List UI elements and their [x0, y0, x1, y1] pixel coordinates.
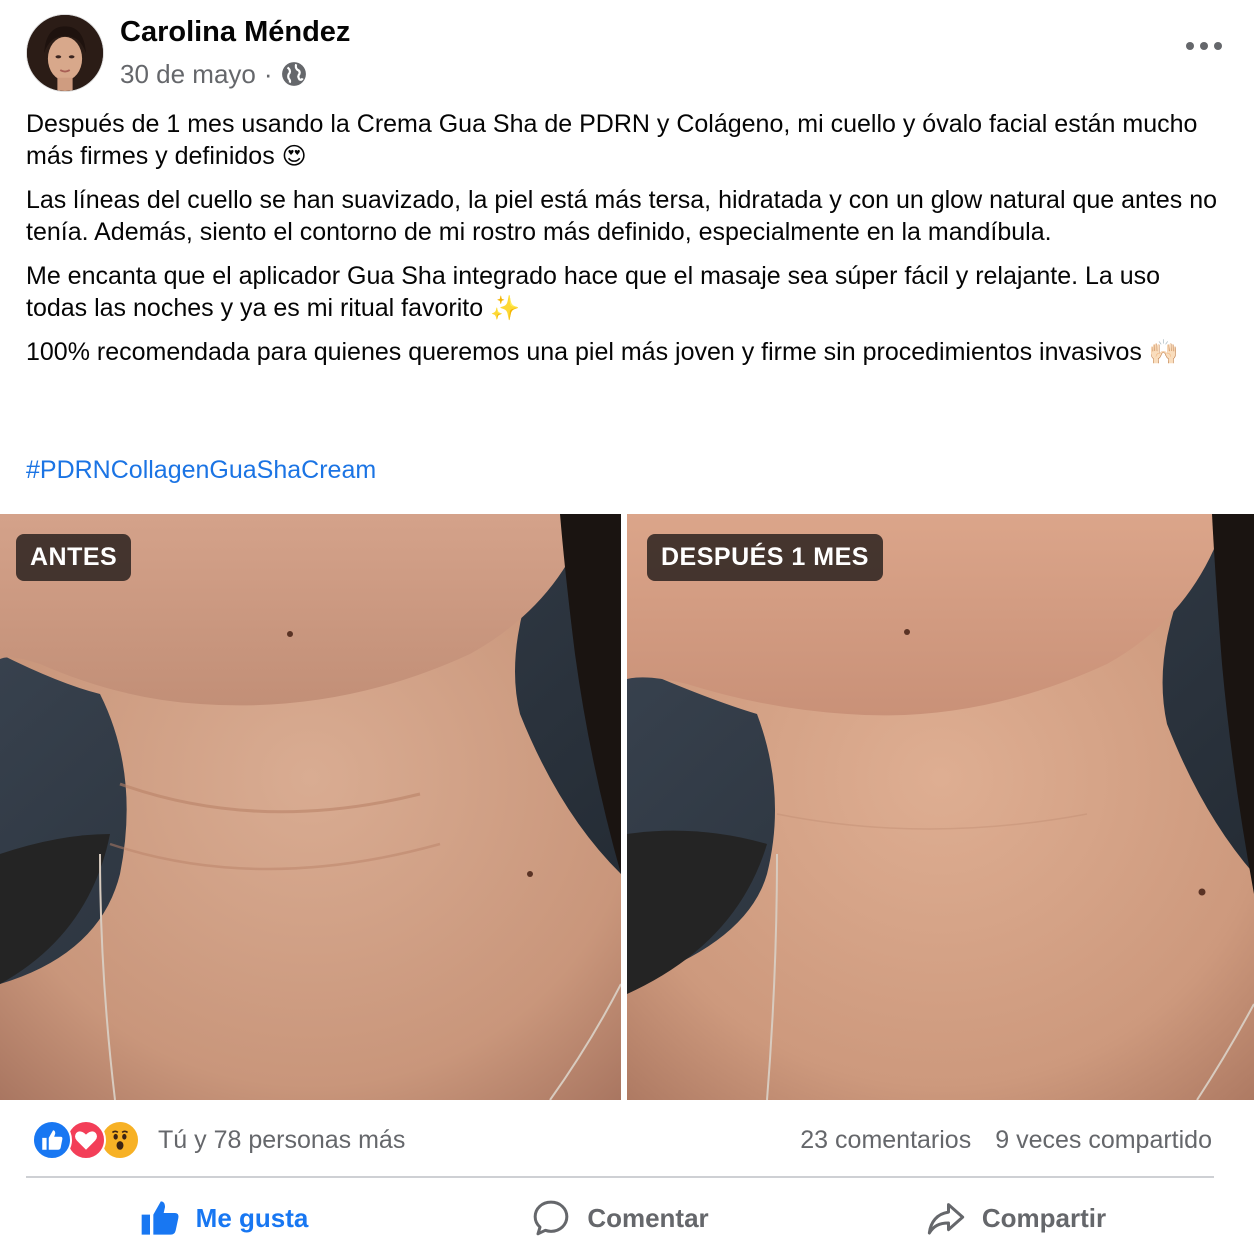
before-label: ANTES	[16, 534, 132, 581]
raised-hands-emoji: 🙌🏻	[1148, 338, 1179, 366]
after-label: DESPUÉS 1 MES	[647, 534, 883, 581]
share-button[interactable]: Compartir	[818, 1186, 1214, 1250]
thumbs-up-icon	[141, 1201, 179, 1235]
author-name[interactable]: Carolina Méndez	[120, 16, 350, 49]
photo-collage: ANTES DESPUÉS 1 MES	[0, 514, 1254, 1100]
post-paragraph: Después de 1 mes usando la Crema Gua Sha…	[26, 110, 1198, 170]
post-text: Después de 1 mes usando la Crema Gua Sha…	[26, 108, 1226, 380]
before-photo[interactable]: ANTES	[0, 514, 621, 1100]
sparkles-emoji: ✨	[490, 294, 520, 322]
comment-button[interactable]: Comentar	[422, 1186, 818, 1250]
post-paragraph: Las líneas del cuello se han suavizado, …	[26, 186, 1218, 246]
divider	[26, 1176, 1214, 1178]
action-bar: Me gusta Comentar Compartir	[26, 1186, 1214, 1250]
after-photo[interactable]: DESPUÉS 1 MES	[627, 514, 1254, 1100]
globe-icon	[281, 62, 306, 86]
share-label: Compartir	[981, 1202, 1107, 1233]
love-icon	[66, 1120, 106, 1160]
hashtag-link[interactable]: #PDRNCollagenGuaShaCream	[26, 456, 376, 485]
avatar[interactable]	[26, 14, 104, 92]
wow-icon	[100, 1120, 140, 1160]
post-stats: Tú y 78 personas más 23 comentarios 9 ve…	[32, 1118, 1212, 1162]
comment-label: Comentar	[587, 1202, 709, 1233]
reactions-summary[interactable]: Tú y 78 personas más	[158, 1126, 405, 1155]
comments-count[interactable]: 23 comentarios	[800, 1126, 971, 1155]
comment-icon	[533, 1200, 569, 1236]
like-button[interactable]: Me gusta	[26, 1186, 422, 1250]
post-paragraph: 100% recomendada para quienes queremos u…	[26, 338, 1179, 366]
more-options-icon[interactable]	[1186, 36, 1222, 56]
like-label: Me gusta	[195, 1202, 309, 1233]
post-meta: 30 de mayo ·	[120, 58, 307, 90]
share-icon	[927, 1203, 965, 1235]
heart-eyes-emoji: 😍	[281, 142, 307, 170]
facebook-post: Carolina Méndez 30 de mayo · Después de …	[0, 0, 1254, 1254]
post-date[interactable]: 30 de mayo	[120, 59, 256, 90]
like-icon	[32, 1120, 72, 1160]
post-paragraph: Me encanta que el aplicador Gua Sha inte…	[26, 262, 1161, 322]
shares-count[interactable]: 9 veces compartido	[995, 1126, 1212, 1155]
reaction-icons[interactable]	[32, 1120, 140, 1160]
meta-separator: ·	[263, 58, 273, 89]
